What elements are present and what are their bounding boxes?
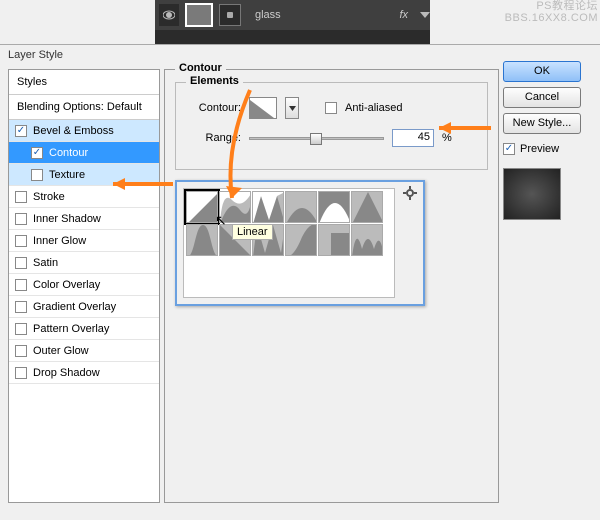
- style-label: Drop Shadow: [33, 367, 100, 379]
- new-style-button[interactable]: New Style...: [503, 113, 581, 134]
- slider-thumb[interactable]: [310, 133, 322, 145]
- checkbox[interactable]: [31, 169, 43, 181]
- style-row-inner-shadow[interactable]: Inner Shadow: [9, 208, 159, 230]
- cancel-button[interactable]: Cancel: [503, 87, 581, 108]
- checkbox[interactable]: [15, 345, 27, 357]
- watermark-line1: PS教程论坛: [505, 0, 598, 12]
- contour-preset-linear[interactable]: [186, 191, 218, 223]
- contour-dropdown-button[interactable]: [285, 97, 299, 119]
- checkbox[interactable]: [15, 257, 27, 269]
- contour-preset[interactable]: [318, 191, 350, 223]
- elements-title: Elements: [186, 75, 243, 87]
- watermark-line2: BBS.16XX8.COM: [505, 12, 598, 24]
- style-label: Gradient Overlay: [33, 301, 116, 313]
- contour-preset[interactable]: [351, 191, 383, 223]
- layer-name[interactable]: glass: [255, 9, 393, 21]
- checkbox[interactable]: [15, 301, 27, 313]
- style-label: Satin: [33, 257, 58, 269]
- picker-menu-button[interactable]: [403, 186, 417, 203]
- style-row-contour[interactable]: Contour: [9, 142, 159, 164]
- contour-swatch[interactable]: [249, 97, 277, 119]
- style-label: Texture: [49, 169, 85, 181]
- gear-icon: [403, 186, 417, 200]
- preview-label[interactable]: Preview: [520, 143, 559, 155]
- watermark: PS教程论坛 BBS.16XX8.COM: [505, 0, 598, 24]
- style-row-pattern-overlay[interactable]: Pattern Overlay: [9, 318, 159, 340]
- style-label: Pattern Overlay: [33, 323, 109, 335]
- dialog-buttons: OK Cancel New Style... Preview: [503, 61, 581, 503]
- checkbox[interactable]: [15, 235, 27, 247]
- layer-style-dialog: Layer Style Styles Blending Options: Def…: [0, 44, 600, 520]
- range-unit: %: [442, 132, 452, 144]
- ok-button[interactable]: OK: [503, 61, 581, 82]
- checkbox[interactable]: [15, 279, 27, 291]
- layer-mask-thumbnail[interactable]: [219, 4, 241, 26]
- style-row-satin[interactable]: Satin: [9, 252, 159, 274]
- style-row-stroke[interactable]: Stroke: [9, 186, 159, 208]
- style-row-inner-glow[interactable]: Inner Glow: [9, 230, 159, 252]
- elements-group: Elements Contour: Anti-aliased Range:: [175, 82, 488, 170]
- checkbox[interactable]: [15, 191, 27, 203]
- layer-thumbnail[interactable]: [185, 3, 213, 27]
- style-label: Inner Shadow: [33, 213, 101, 225]
- style-label: Stroke: [33, 191, 65, 203]
- eye-icon: [163, 9, 175, 21]
- checkbox[interactable]: [31, 147, 43, 159]
- range-label: Range:: [186, 132, 241, 144]
- style-row-texture[interactable]: Texture: [9, 164, 159, 186]
- style-row-drop-shadow[interactable]: Drop Shadow: [9, 362, 159, 384]
- style-row-gradient-overlay[interactable]: Gradient Overlay: [9, 296, 159, 318]
- checkbox[interactable]: [15, 213, 27, 225]
- contour-preset[interactable]: [252, 191, 284, 223]
- styles-header[interactable]: Styles: [9, 70, 159, 95]
- layer-row-glass[interactable]: glass fx: [155, 0, 430, 30]
- contour-settings-panel: Contour Elements Contour: Anti-aliased R…: [164, 69, 499, 503]
- contour-preset[interactable]: [285, 224, 317, 256]
- blending-options-row[interactable]: Blending Options: Default: [9, 95, 159, 120]
- style-label: Bevel & Emboss: [33, 125, 114, 137]
- chevron-down-icon[interactable]: [420, 10, 430, 20]
- contour-preset[interactable]: [351, 224, 383, 256]
- style-row-outer-glow[interactable]: Outer Glow: [9, 340, 159, 362]
- style-label: Contour: [49, 147, 88, 159]
- style-row-bevel-emboss[interactable]: Bevel & Emboss: [9, 120, 159, 142]
- range-slider[interactable]: [249, 137, 384, 140]
- anti-aliased-label[interactable]: Anti-aliased: [345, 102, 402, 114]
- checkbox[interactable]: [15, 323, 27, 335]
- range-input[interactable]: 45: [392, 129, 434, 147]
- cursor-icon: ↖: [215, 212, 227, 229]
- anti-aliased-checkbox[interactable]: [325, 102, 337, 114]
- contour-preset[interactable]: [318, 224, 350, 256]
- contour-preset[interactable]: [186, 224, 218, 256]
- visibility-toggle[interactable]: [159, 4, 179, 26]
- checkbox[interactable]: [15, 367, 27, 379]
- contour-preset[interactable]: [285, 191, 317, 223]
- contour-label: Contour:: [186, 102, 241, 114]
- style-label: Inner Glow: [33, 235, 86, 247]
- style-label: Color Overlay: [33, 279, 100, 291]
- style-preview-swatch: [503, 168, 561, 220]
- style-label: Outer Glow: [33, 345, 89, 357]
- checkbox[interactable]: [15, 125, 27, 137]
- contour-preset-grid[interactable]: [183, 188, 395, 298]
- preview-checkbox[interactable]: [503, 143, 515, 155]
- style-row-color-overlay[interactable]: Color Overlay: [9, 274, 159, 296]
- group-title: Contour: [175, 62, 226, 74]
- contour-picker-popout: ↖ Linear: [175, 180, 425, 306]
- fx-badge[interactable]: fx: [399, 9, 408, 21]
- layer-row-below: [155, 30, 430, 44]
- chevron-down-icon: [289, 106, 296, 111]
- styles-list: Styles Blending Options: Default Bevel &…: [8, 69, 160, 503]
- preset-tooltip: Linear: [232, 224, 273, 240]
